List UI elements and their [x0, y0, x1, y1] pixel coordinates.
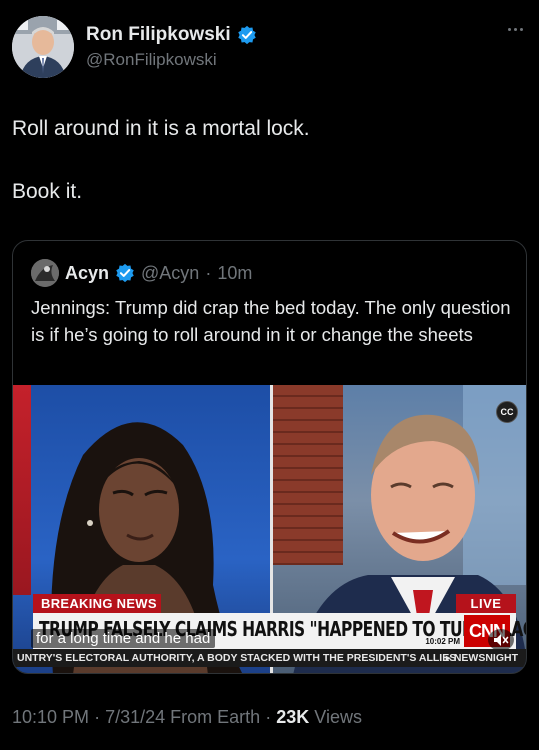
meta-separator: · — [265, 707, 272, 727]
ticker-text: UNTRY'S ELECTORAL AUTHORITY, A BODY STAC… — [17, 652, 457, 664]
video-player[interactable]: CC BREAKING NEWS LIVE TRUMP FALSELY CLAI… — [13, 385, 526, 673]
ticker-show-name: ▸ NEWSNIGHT — [445, 652, 518, 664]
tweet-text-line-2: Book it. — [12, 180, 83, 203]
mute-speaker-icon[interactable] — [488, 629, 514, 651]
news-ticker: UNTRY'S ELECTORAL AUTHORITY, A BODY STAC… — [13, 649, 526, 667]
quoted-separator: · — [205, 262, 212, 283]
quoted-tweet[interactable]: Acyn @Acyn · 10m Jennings: Trump did cra… — [12, 240, 527, 674]
author-display-name[interactable]: Ron Filipkowski — [86, 24, 231, 46]
tweet-source: From Earth — [170, 707, 261, 727]
closed-captions-button[interactable]: CC — [496, 401, 518, 423]
more-options-icon[interactable] — [503, 22, 527, 36]
broadcast-clock: 10:02 PM — [425, 637, 460, 646]
quoted-handle[interactable]: @Acyn — [141, 263, 199, 284]
tweet-time[interactable]: 10:10 PM — [12, 707, 89, 727]
tweet-meta: 10:10 PM · 7/31/24 From Earth · 23K View… — [12, 707, 362, 728]
author-avatar[interactable] — [12, 16, 74, 78]
live-label: LIVE — [456, 594, 516, 613]
views-label: Views — [314, 707, 362, 727]
video-caption: for a long time and he had — [31, 629, 216, 648]
meta-separator: · — [94, 707, 101, 727]
tweet-header: Ron Filipkowski @RonFilipkowski — [12, 16, 527, 78]
verified-badge-icon — [116, 263, 134, 283]
author-handle[interactable]: @RonFilipkowski — [86, 50, 217, 70]
verified-badge-icon — [237, 25, 256, 45]
quoted-display-name[interactable]: Acyn — [65, 263, 109, 284]
quoted-author-avatar[interactable] — [31, 259, 59, 287]
breaking-news-label: BREAKING NEWS — [33, 594, 161, 613]
tweet-text-line-1: Roll around in it is a mortal lock. — [12, 117, 310, 140]
quoted-age[interactable]: 10m — [217, 263, 252, 284]
views-count[interactable]: 23K — [276, 707, 309, 727]
quoted-text: Jennings: Trump did crap the bed today. … — [31, 297, 511, 345]
tweet-date[interactable]: 7/31/24 — [105, 707, 165, 727]
